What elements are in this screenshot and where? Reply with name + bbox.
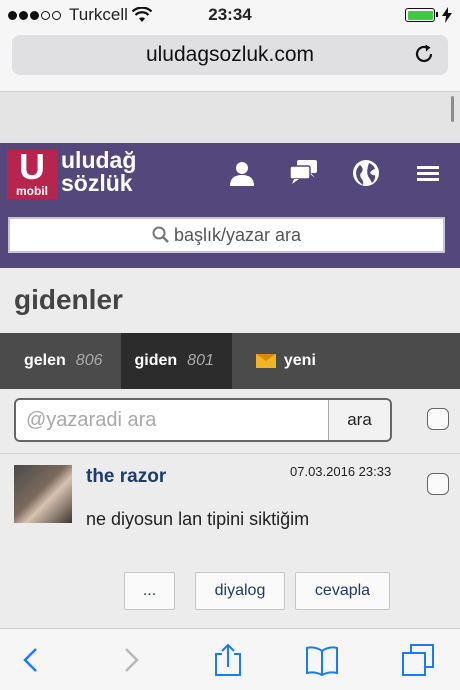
browser-url-area: uludagsozluk.com xyxy=(0,30,460,92)
logo-badge: U mobil xyxy=(7,149,57,199)
divider xyxy=(0,453,460,454)
page-top-gap xyxy=(0,92,460,143)
tab-inbox[interactable]: gelen 806 xyxy=(0,333,121,389)
message-body: ne diyosun lan tipini siktiğim xyxy=(86,509,310,529)
tab-label: giden xyxy=(134,352,178,369)
logo-letter: U xyxy=(19,146,45,187)
dialog-button[interactable]: diyalog xyxy=(195,572,285,610)
chat-icon[interactable] xyxy=(288,157,320,189)
message-author[interactable]: the razor xyxy=(86,466,166,488)
page-title: gidenler xyxy=(14,284,123,315)
charging-bolt-icon xyxy=(442,7,452,23)
reply-button[interactable]: cevapla xyxy=(295,572,390,610)
scroll-indicator xyxy=(451,96,454,122)
url-text: uludagsozluk.com xyxy=(145,43,315,66)
tab-label: gelen xyxy=(24,352,66,369)
messages-content: gidenler gelen 806 giden 801 yeni ara th… xyxy=(0,268,460,610)
bookmarks-icon[interactable] xyxy=(305,643,339,677)
clock: 23:34 xyxy=(208,5,252,24)
share-icon[interactable] xyxy=(211,643,245,677)
author-search: ara xyxy=(14,398,392,442)
tab-new-message[interactable]: yeni xyxy=(232,333,334,389)
battery-icon xyxy=(405,8,438,22)
forward-icon[interactable] xyxy=(114,643,148,677)
status-bar: Turkcell 23:34 xyxy=(0,0,460,30)
tab-count: 801 xyxy=(187,352,214,369)
menu-icon[interactable] xyxy=(412,157,444,189)
more-button[interactable]: ... xyxy=(124,572,175,610)
site-search-input[interactable]: başlık/yazar ara xyxy=(8,217,445,253)
site-logo[interactable]: U mobil uludağ sözlük xyxy=(7,149,136,199)
search-icon xyxy=(152,226,169,243)
tabs-icon[interactable] xyxy=(401,643,435,677)
logo-line2: sözlük xyxy=(61,170,133,196)
tab-label: yeni xyxy=(283,352,316,369)
site-header: U mobil uludağ sözlük başlık/yazar ara xyxy=(0,143,460,268)
browser-toolbar xyxy=(0,628,460,690)
envelope-icon xyxy=(255,354,276,368)
site-search-placeholder: başlık/yazar ara xyxy=(173,224,302,245)
back-icon[interactable] xyxy=(14,643,48,677)
address-bar[interactable]: uludagsozluk.com xyxy=(12,35,448,75)
message-checkbox[interactable] xyxy=(427,473,449,495)
logo-sub: mobil xyxy=(16,184,48,198)
message-date: 07.03.2016 23:33 xyxy=(290,464,392,479)
user-icon[interactable] xyxy=(226,157,258,189)
reload-icon[interactable] xyxy=(412,42,436,66)
header-icons xyxy=(226,157,444,189)
globe-icon[interactable] xyxy=(350,157,382,189)
author-search-button[interactable]: ara xyxy=(328,400,390,440)
logo-text: uludağ sözlük xyxy=(61,149,136,195)
logo-line1: uludağ xyxy=(61,147,137,173)
author-search-input[interactable] xyxy=(16,400,328,440)
avatar[interactable] xyxy=(14,465,72,523)
tab-sent[interactable]: giden 801 xyxy=(120,333,232,389)
status-right xyxy=(405,7,452,23)
message-tabs: gelen 806 giden 801 yeni xyxy=(0,333,460,389)
select-all-checkbox[interactable] xyxy=(427,408,449,430)
tab-count: 806 xyxy=(75,352,103,369)
